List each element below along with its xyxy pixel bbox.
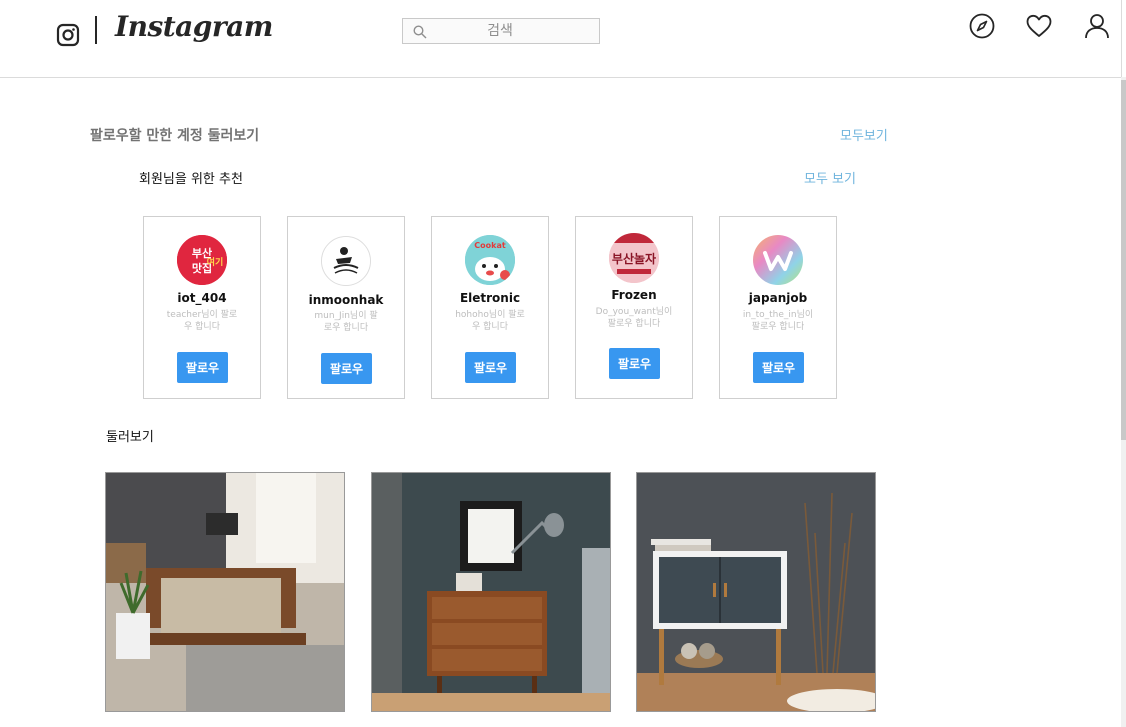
- context-line-2: 팔로우 합니다: [607, 319, 661, 329]
- avatar[interactable]: [753, 235, 803, 285]
- avatar-image: 부산놀자: [609, 233, 659, 283]
- search-input[interactable]: [433, 19, 597, 43]
- context-line-2: 팔로우 합니다: [751, 322, 805, 332]
- context-line-2: 로우 합니다: [323, 323, 369, 333]
- suggestion-card: 부산 맛집 여기 iot_404 teacher님이 팔로 우 합니다 팔로우: [143, 216, 261, 399]
- suggestion-context: Do_you_want님이 팔로우 합니다: [594, 306, 674, 330]
- suggestion-context: in_to_the_in님이 팔로우 합니다: [738, 309, 818, 333]
- recommendations-subheading: 회원님을 위한 추천: [139, 172, 243, 187]
- context-line-2: 우 합니다: [184, 322, 220, 332]
- suggestion-username[interactable]: inmoonhak: [288, 293, 404, 307]
- avatar[interactable]: 부산 맛집 여기: [177, 235, 227, 285]
- context-line-1: Do_you_want님이: [595, 307, 673, 317]
- follow-button[interactable]: 팔로우: [321, 353, 372, 384]
- svg-text:Cookat: Cookat: [474, 241, 506, 250]
- explore-post-image[interactable]: [371, 472, 611, 712]
- user-icon[interactable]: [1083, 12, 1111, 40]
- follow-button[interactable]: 팔로우: [177, 352, 228, 383]
- scrollbar-thumb[interactable]: [1121, 80, 1126, 440]
- suggestion-username[interactable]: iot_404: [144, 291, 260, 305]
- see-all-link[interactable]: 모두보기: [840, 125, 888, 144]
- context-line-2: 우 합니다: [472, 322, 508, 332]
- context-line-1: in_to_the_in님이: [742, 310, 814, 320]
- avatar[interactable]: [321, 236, 371, 286]
- instagram-glyph-icon[interactable]: [56, 23, 80, 47]
- suggestion-context: teacher님이 팔로 우 합니다: [162, 309, 242, 333]
- suggestion-username[interactable]: japanjob: [720, 291, 836, 305]
- suggestion-card: japanjob in_to_the_in님이 팔로우 합니다 팔로우: [719, 216, 837, 399]
- context-line-1: teacher님이 팔로: [166, 310, 238, 320]
- context-line-1: hohoho님이 팔로: [455, 310, 525, 320]
- explore-heading: 둘러보기: [106, 430, 154, 445]
- suggestion-context: mun_Jin님이 팔 로우 합니다: [306, 310, 386, 334]
- cabinet-photo: [637, 473, 875, 711]
- suggestions-heading: 팔로우할 만한 계정 둘러보기: [90, 128, 260, 144]
- living-room-photo: [106, 473, 344, 711]
- follow-button[interactable]: 팔로우: [465, 352, 516, 383]
- top-nav-bar: Instagram: [0, 0, 1122, 78]
- compass-icon[interactable]: [968, 12, 996, 40]
- suggestion-card: Cookat Eletronic hohoho님이 팔로 우 합니다 팔로우: [431, 216, 549, 399]
- avatar-image: 부산 맛집 여기: [177, 235, 227, 285]
- see-all-recommendations-link[interactable]: 모두 보기: [804, 168, 856, 187]
- suggestion-username[interactable]: Eletronic: [432, 291, 548, 305]
- explore-post-image[interactable]: [636, 472, 876, 712]
- instagram-wordmark[interactable]: Instagram: [115, 10, 273, 43]
- explore-post-image[interactable]: [105, 472, 345, 712]
- dresser-photo: [372, 473, 610, 711]
- follow-button[interactable]: 팔로우: [609, 348, 660, 379]
- heart-icon[interactable]: [1025, 12, 1053, 40]
- avatar-image: [753, 235, 803, 285]
- avatar[interactable]: 부산놀자: [609, 233, 659, 283]
- suggestion-card: 부산놀자 Frozen Do_you_want님이 팔로우 합니다 팔로우: [575, 216, 693, 399]
- logo-divider: [95, 16, 97, 44]
- avatar-image: [322, 237, 370, 285]
- svg-text:여기: 여기: [207, 256, 224, 268]
- search-box[interactable]: [402, 18, 600, 44]
- context-line-1: mun_Jin님이 팔: [314, 311, 378, 321]
- suggestion-username[interactable]: Frozen: [576, 288, 692, 302]
- suggestion-card: inmoonhak mun_Jin님이 팔 로우 합니다 팔로우: [287, 216, 405, 399]
- avatar-image: Cookat: [465, 235, 515, 285]
- follow-button[interactable]: 팔로우: [753, 352, 804, 383]
- svg-text:부산놀자: 부산놀자: [612, 251, 656, 266]
- avatar[interactable]: Cookat: [465, 235, 515, 285]
- suggestion-context: hohoho님이 팔로 우 합니다: [450, 309, 530, 333]
- search-icon: [413, 25, 427, 39]
